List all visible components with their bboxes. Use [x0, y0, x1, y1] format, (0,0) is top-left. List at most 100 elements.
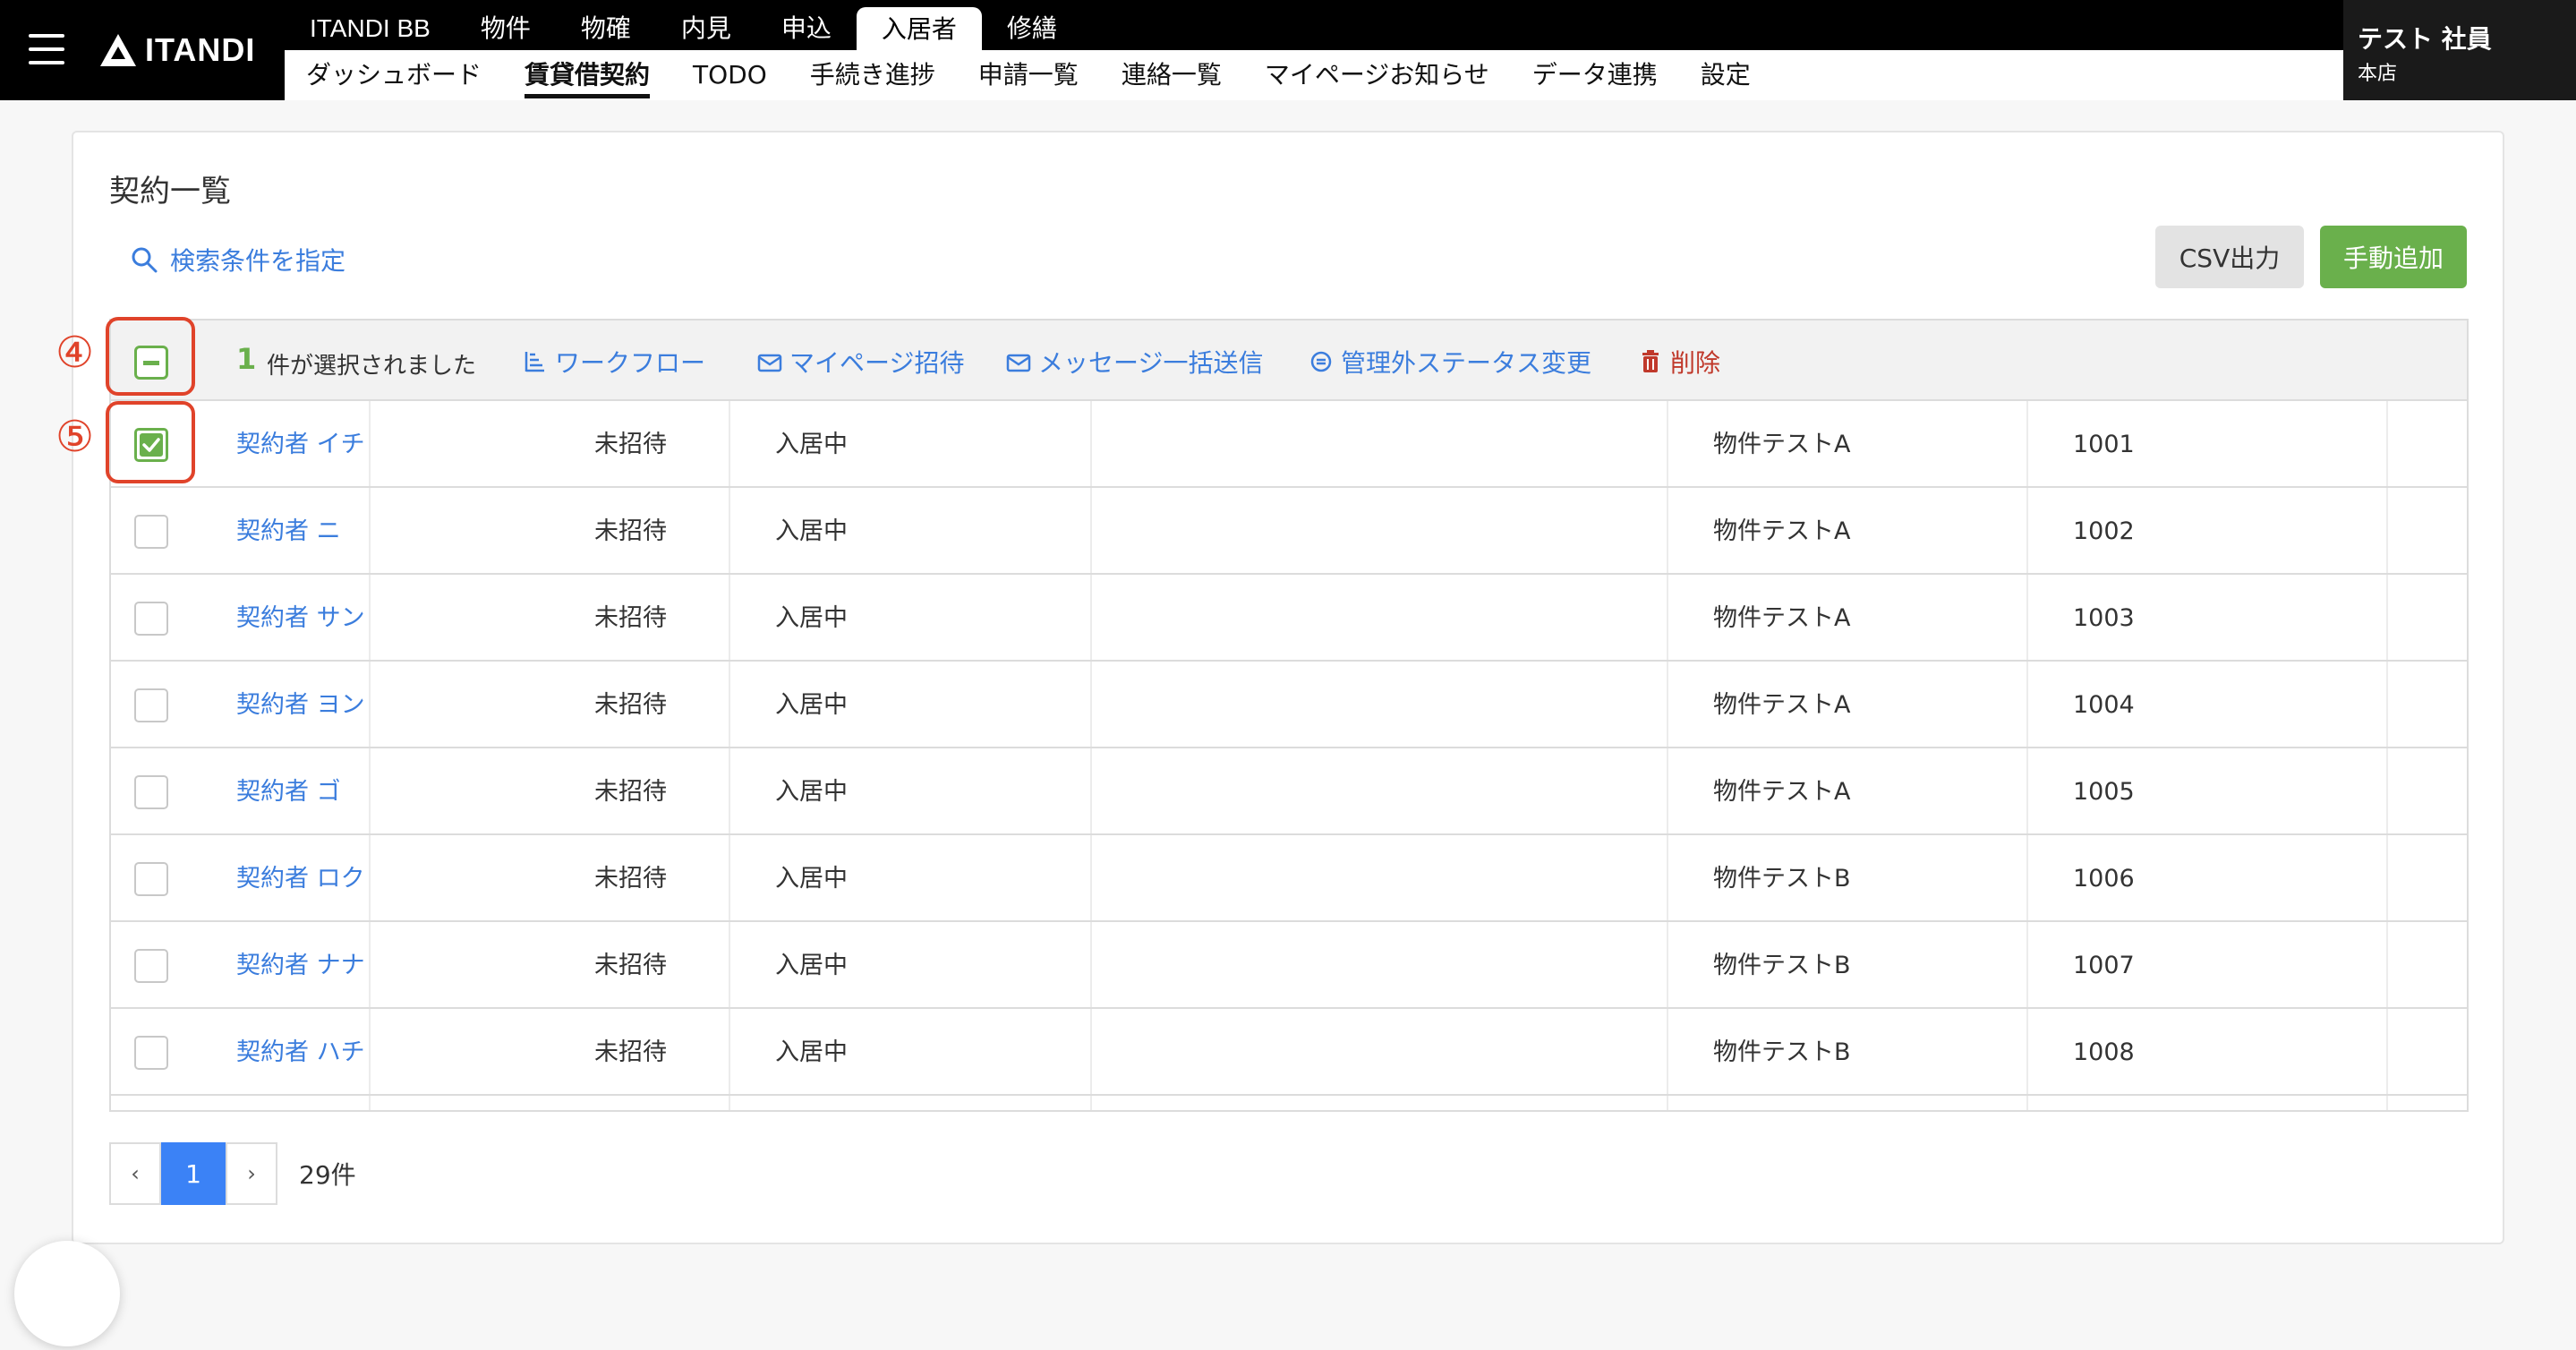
user-menu[interactable]: テスト 社員 本店 — [2343, 0, 2576, 100]
tab-itandi-bb[interactable]: ITANDI BB — [285, 0, 456, 50]
contractor-name-link[interactable]: 契約者 イチ — [236, 401, 365, 488]
property-name: 物件テストB — [1713, 1038, 1851, 1066]
delete-action[interactable]: 削除 — [1638, 344, 1720, 380]
property-name: 物件テストA — [1713, 604, 1851, 632]
residence-status: 入居中 — [775, 517, 848, 545]
property-name: 物件テストA — [1713, 517, 1851, 545]
subnav-dashboard[interactable]: ダッシュボード — [285, 50, 503, 100]
contractor-name-link[interactable]: 契約者 サン — [236, 575, 365, 662]
status-change-action[interactable]: 管理外ステータス変更 — [1309, 344, 1591, 380]
floating-help-button[interactable] — [14, 1241, 120, 1346]
user-branch: 本店 — [2358, 63, 2398, 85]
table-row[interactable]: 契約者 ロク 未招待 入居中 物件テストB 1006 — [111, 835, 2467, 922]
annotation-marker-4: ④ — [55, 328, 95, 378]
table-row[interactable]: 契約者 ナナ 未招待 入居中 物件テストB 1007 — [111, 922, 2467, 1009]
row-checkbox[interactable] — [134, 688, 168, 722]
invite-status: 未招待 — [594, 431, 667, 458]
residence-status: 入居中 — [775, 691, 848, 719]
envelope-icon — [757, 354, 782, 372]
row-checkbox[interactable] — [134, 1036, 168, 1070]
subnav-lease-contract[interactable]: 賃貸借契約 — [503, 50, 671, 100]
status-change-label: 管理外ステータス変更 — [1341, 348, 1592, 378]
residence-status: 入居中 — [775, 952, 848, 979]
tab-bukken[interactable]: 物件 — [456, 0, 556, 50]
subnav-data-link[interactable]: データ連携 — [1511, 50, 1679, 100]
subnav-contact-list[interactable]: 連絡一覧 — [1100, 50, 1243, 100]
top-nav: ITANDI BB 物件 物確 内見 申込 入居者 修繕 — [285, 0, 1082, 50]
invite-status: 未招待 — [594, 865, 667, 893]
annotation-marker-5: ⑤ — [55, 412, 95, 462]
trash-icon — [1642, 350, 1659, 372]
tab-naiken[interactable]: 内見 — [656, 0, 756, 50]
invite-status: 未招待 — [594, 517, 667, 545]
tab-nyukyosha[interactable]: 入居者 — [856, 7, 982, 50]
contractor-name-link[interactable]: 契約者 ゴ — [236, 748, 341, 835]
room-number: 1007 — [2073, 952, 2135, 979]
tab-bukkaku[interactable]: 物確 — [556, 0, 656, 50]
table-row[interactable]: 契約者 ゴ 未招待 入居中 物件テストA 1005 — [111, 748, 2467, 835]
manual-add-button[interactable]: 手動追加 — [2320, 226, 2467, 288]
prev-page-button[interactable]: ‹ — [109, 1142, 161, 1205]
room-number: 1001 — [2073, 431, 2135, 458]
page-button-current[interactable]: 1 — [161, 1142, 226, 1205]
app-header: ITANDI ITANDI BB 物件 物確 内見 申込 入居者 修繕 ダッシュ… — [0, 0, 2576, 100]
logo-text: ITANDI — [145, 31, 256, 68]
contractor-name-link[interactable]: 契約者 ヨン — [236, 662, 365, 748]
subnav-todo[interactable]: TODO — [671, 50, 789, 100]
contractor-name-link[interactable]: 契約者 ハチ — [236, 1009, 365, 1096]
residence-status: 入居中 — [775, 865, 848, 893]
room-number: 1002 — [2073, 517, 2135, 545]
page-title: 契約一覧 — [109, 174, 231, 209]
workflow-action[interactable]: ワークフロー — [523, 344, 705, 380]
table-row[interactable]: 契約者 サン 未招待 入居中 物件テストA 1003 — [111, 575, 2467, 662]
table-row[interactable]: 契約者 ハチ 未招待 入居中 物件テストB 1008 — [111, 1009, 2467, 1096]
contractor-name-link[interactable]: 契約者 ニ — [236, 488, 341, 575]
row-checkbox[interactable] — [134, 775, 168, 809]
tab-shuzen[interactable]: 修繕 — [982, 0, 1082, 50]
bulk-message-action[interactable]: メッセージ一括送信 — [1006, 344, 1263, 380]
table-row[interactable]: 契約者 イチ 未招待 入居中 物件テストA 1001 — [111, 401, 2467, 488]
invite-status: 未招待 — [594, 778, 667, 806]
bulk-message-label: メッセージ一括送信 — [1038, 348, 1264, 378]
status-circle-icon — [1310, 351, 1332, 372]
subnav-application-list[interactable]: 申請一覧 — [957, 50, 1100, 100]
workflow-label: ワークフロー — [555, 348, 706, 378]
subnav-settings[interactable]: 設定 — [1679, 50, 1772, 100]
search-conditions-link[interactable]: 検索条件を指定 — [131, 242, 345, 278]
residence-status: 入居中 — [775, 431, 848, 458]
total-count: 29件 — [299, 1160, 356, 1190]
room-number: 1008 — [2073, 1038, 2135, 1066]
next-page-button[interactable]: › — [226, 1142, 277, 1205]
user-name: テスト 社員 — [2358, 24, 2492, 54]
itandi-logo[interactable]: ITANDI — [98, 29, 255, 72]
contract-list-card: 契約一覧 検索条件を指定 CSV出力 手動追加 1 件が選択されました ワークフ… — [72, 131, 2504, 1244]
subnav-procedure-progress[interactable]: 手続き進捗 — [789, 50, 957, 100]
mypage-invite-action[interactable]: マイページ招待 — [757, 344, 964, 380]
property-name: 物件テストA — [1713, 778, 1851, 806]
contractor-name-link[interactable]: 契約者 ナナ — [236, 922, 365, 1009]
row-checkbox[interactable] — [134, 862, 168, 896]
bulk-action-bar: 1 件が選択されました ワークフロー マイページ招待 メッセージ一括送信 管理外… — [111, 320, 2467, 401]
table-row[interactable]: 契約者 ニ 未招待 入居中 物件テストA 1002 — [111, 488, 2467, 575]
itandi-logo-icon — [100, 34, 136, 66]
table-row[interactable]: 契約者 ヨン 未招待 入居中 物件テストA 1004 — [111, 662, 2467, 748]
row-checkbox[interactable] — [134, 602, 168, 636]
row-checkbox[interactable] — [134, 949, 168, 983]
tab-moushikomi[interactable]: 申込 — [756, 0, 857, 50]
search-conditions-label: 検索条件を指定 — [170, 246, 346, 276]
annotation-highlight-row-checkbox — [106, 401, 195, 483]
room-number: 1005 — [2073, 778, 2135, 806]
contractor-name-link[interactable]: 契約者 ロク — [236, 835, 365, 922]
row-checkbox[interactable] — [134, 515, 168, 549]
property-name: 物件テストB — [1713, 952, 1851, 979]
pagination: ‹ 1 › 29件 — [109, 1142, 356, 1205]
residence-status: 入居中 — [775, 1038, 848, 1066]
subnav-mypage-notice[interactable]: マイページお知らせ — [1243, 50, 1511, 100]
csv-export-button[interactable]: CSV出力 — [2155, 226, 2304, 288]
invite-status: 未招待 — [594, 604, 667, 632]
property-name: 物件テストA — [1713, 431, 1851, 458]
sub-nav: ダッシュボード 賃貸借契約 TODO 手続き進捗 申請一覧 連絡一覧 マイページ… — [285, 50, 2343, 100]
hamburger-menu-icon[interactable] — [29, 34, 64, 64]
residence-status: 入居中 — [775, 778, 848, 806]
room-number: 1004 — [2073, 691, 2135, 719]
